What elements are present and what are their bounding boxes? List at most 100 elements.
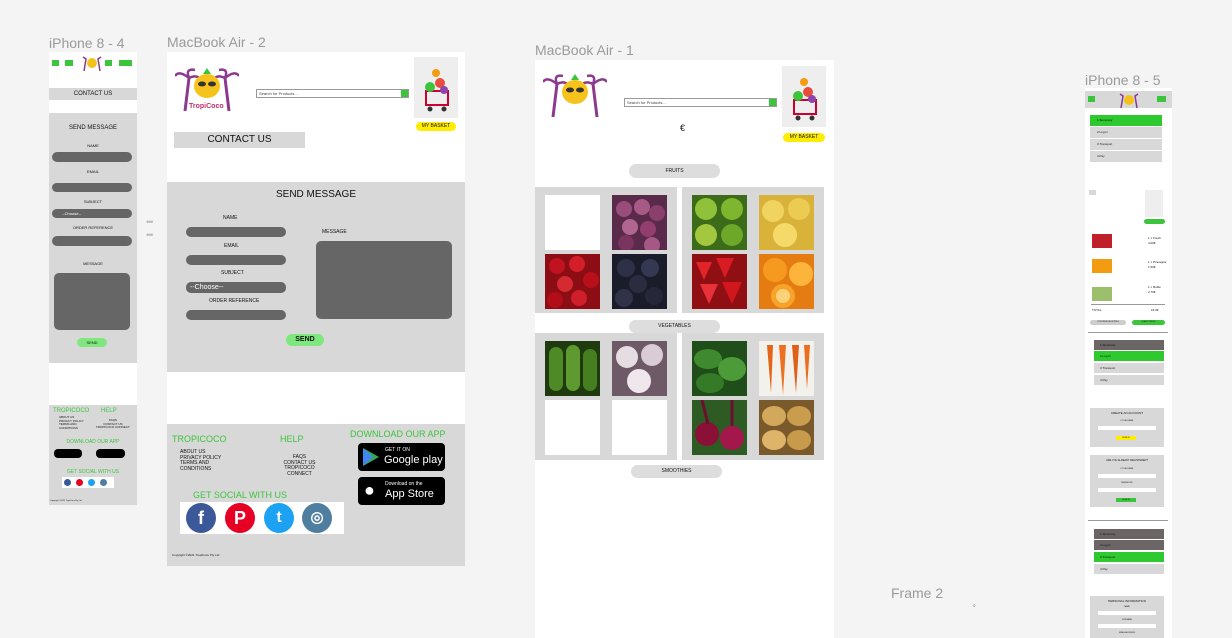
carrots-image[interactable] [759,341,814,396]
help-links[interactable]: FAQS CONTACT US TROPICOCO CONNECT [272,454,327,477]
instagram-icon[interactable]: ◎ [302,503,332,533]
basket-icon[interactable] [1157,96,1166,102]
my-basket-button[interactable]: MY BASKET [783,133,825,142]
step-pay[interactable]: 4.Pay [1094,564,1164,574]
step-summary[interactable]: 1.Summary [1094,340,1164,350]
back-icon[interactable] [1089,190,1096,195]
app-store-button[interactable] [96,449,125,458]
sign-in-button[interactable]: SIGN IN [1116,498,1136,502]
product-tile-empty[interactable] [545,195,600,250]
search-placeholder: Search for Products... [259,91,298,96]
cherries-image[interactable] [545,254,600,309]
product-tile-empty[interactable] [545,400,600,455]
subject-select[interactable]: --Choose-- [52,209,132,218]
connector-dots: ••• [146,217,154,227]
basket-icon[interactable] [119,60,132,66]
step-login[interactable]: 2.Log In [1094,540,1164,550]
sign-in-button[interactable]: SIGN IN [1116,436,1136,440]
tropicoco-logo[interactable] [1119,92,1139,109]
google-play-button[interactable]: GET IT ON Google play [358,443,445,471]
password-input[interactable] [1098,488,1156,492]
smoothies-heading[interactable]: SMOOTHIES [631,465,722,478]
tropicoco-logo[interactable] [541,72,609,118]
send-button[interactable]: SEND [77,338,107,347]
step-pay[interactable]: 4.Pay [1090,151,1162,162]
step-login[interactable]: 2.Log In [1094,351,1164,361]
pinterest-icon[interactable]: P [225,503,255,533]
pinterest-icon[interactable] [76,479,83,486]
search-icon[interactable] [769,99,776,106]
step-pay[interactable]: 4.Pay [1094,375,1164,385]
product-tile-empty[interactable] [612,400,667,455]
help-links[interactable]: FAQS CONTACT US TROPICOCO CONNECT [96,418,130,430]
email-input[interactable] [1098,426,1156,430]
grapes-image[interactable] [612,195,667,250]
search-input[interactable]: Search for Products... [624,98,777,107]
facebook-icon[interactable]: f [186,503,216,533]
order-ref-input[interactable] [52,236,132,246]
search-icon[interactable] [65,60,73,66]
tropicoco-logo[interactable] [82,54,102,72]
footer-links[interactable]: ABOUT US PRIVACY POLICY TERMS AND CONDITION… [59,415,84,430]
twitter-icon[interactable] [88,479,95,486]
message-textarea[interactable] [316,241,452,319]
frame-label-iphone85[interactable]: iPhone 8 - 5 [1085,72,1161,88]
leave-order-button[interactable]: LEAVE ORDER [1132,320,1165,325]
twitter-icon[interactable]: t [264,503,294,533]
name-input[interactable] [186,227,286,237]
cucumbers-image[interactable] [545,341,600,396]
app-store-label: App Store [385,488,434,500]
step-transport[interactable]: 3.Transport [1094,363,1164,373]
first-name-input[interactable] [1098,611,1156,615]
apples-image[interactable] [692,195,747,250]
email-input[interactable] [1098,474,1156,478]
frame-label-mba1[interactable]: MacBook Air - 1 [535,42,634,58]
fruits-heading[interactable]: FRUITS [629,164,720,178]
message-textarea[interactable] [54,273,130,330]
frame-label-frame2[interactable]: Frame 2 [891,585,943,601]
google-play-button[interactable] [54,449,82,458]
my-basket-button[interactable]: MY BASKET [416,122,456,131]
basket-image [1145,190,1163,217]
subject-select[interactable]: --Choose-- [186,282,286,293]
footer-links[interactable]: ABOUT US PRIVACY POLICY TERMS AND CONDITION… [180,449,221,472]
search-icon[interactable] [401,90,408,97]
user-icon[interactable] [105,60,112,66]
lettuce-image[interactable] [692,341,747,396]
subject-select-value: --Choose-- [62,211,82,216]
email-label: LOCAL EMAIL [1120,420,1134,422]
surname-input[interactable] [1098,624,1156,628]
step-summary[interactable]: 1.Summary [1094,529,1164,539]
search-input[interactable]: Search for Products... [256,89,409,98]
garlic-image[interactable] [612,341,667,396]
potatoes-image[interactable] [759,400,814,455]
vegetables-heading[interactable]: VEGETABLES [629,320,720,333]
app-store-button[interactable]: ● Download on the App Store [358,477,445,505]
fruit-grid-left [535,187,677,313]
step-login[interactable]: 2.Log In [1090,127,1162,138]
total-value: 15.0€ [1151,308,1159,312]
email-input[interactable] [52,183,132,192]
lemons-image[interactable] [759,195,814,250]
step-summary[interactable]: 1.Summary [1090,115,1162,126]
step-transport[interactable]: 3.Transport [1094,552,1164,562]
instagram-icon[interactable] [100,479,107,486]
email-input[interactable] [186,255,286,265]
frame-label-mba2[interactable]: MacBook Air - 2 [167,34,266,50]
google-play-small: GET IT ON [385,447,410,453]
basket-button[interactable] [1144,219,1165,224]
oranges-image[interactable] [759,254,814,309]
continue-shopping-button[interactable]: CONTINUE SHOPPING [1090,320,1126,325]
beets-image[interactable] [692,400,747,455]
blackberries-image[interactable] [612,254,667,309]
send-button[interactable]: SEND [286,334,324,346]
menu-icon[interactable] [52,60,59,66]
name-input[interactable] [52,152,132,162]
facebook-icon[interactable] [64,479,71,486]
strawberries-image[interactable] [692,254,747,309]
frame-label-iphone84[interactable]: iPhone 8 - 4 [49,35,125,51]
menu-icon[interactable] [1088,96,1095,102]
order-ref-input[interactable] [186,310,286,320]
step-transport[interactable]: 3.Transport [1090,139,1162,150]
footer-help: HELP [101,408,117,414]
